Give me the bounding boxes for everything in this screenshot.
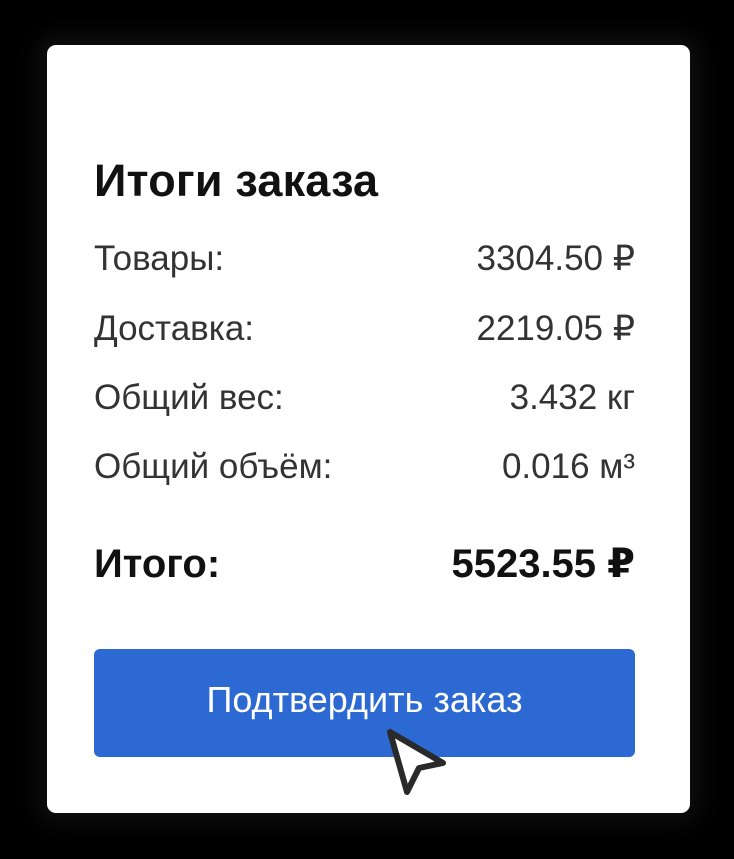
goods-label: Товары: [94, 239, 225, 278]
volume-value: 0.016 м³ [501, 447, 635, 486]
order-summary-card: Итоги заказа Товары: 3304.50 ₽ Доставка:… [47, 45, 690, 813]
weight-label: Общий вес: [94, 378, 284, 417]
order-summary-title: Итоги заказа [94, 155, 379, 206]
volume-label: Общий объём: [94, 447, 333, 486]
goods-value: 3304.50 ₽ [476, 239, 635, 278]
summary-row-delivery: Доставка: 2219.05 ₽ [94, 305, 635, 353]
total-value: 5523.55 ₽ [451, 542, 635, 586]
total-label: Итого: [94, 541, 221, 586]
mouse-pointer-icon [387, 729, 446, 795]
summary-row-volume: Общий объём: 0.016 м³ [94, 443, 635, 491]
delivery-label: Доставка: [94, 309, 255, 348]
delivery-value: 2219.05 ₽ [476, 309, 635, 348]
summary-row-weight: Общий вес: 3.432 кг [94, 374, 635, 422]
summary-row-total: Итого: 5523.55 ₽ [94, 540, 635, 588]
confirm-order-button[interactable]: Подтвердить заказ [94, 649, 635, 757]
summary-row-goods: Товары: 3304.50 ₽ [94, 235, 635, 283]
page-backdrop: Итоги заказа Товары: 3304.50 ₽ Доставка:… [0, 0, 734, 859]
weight-value: 3.432 кг [509, 378, 635, 417]
